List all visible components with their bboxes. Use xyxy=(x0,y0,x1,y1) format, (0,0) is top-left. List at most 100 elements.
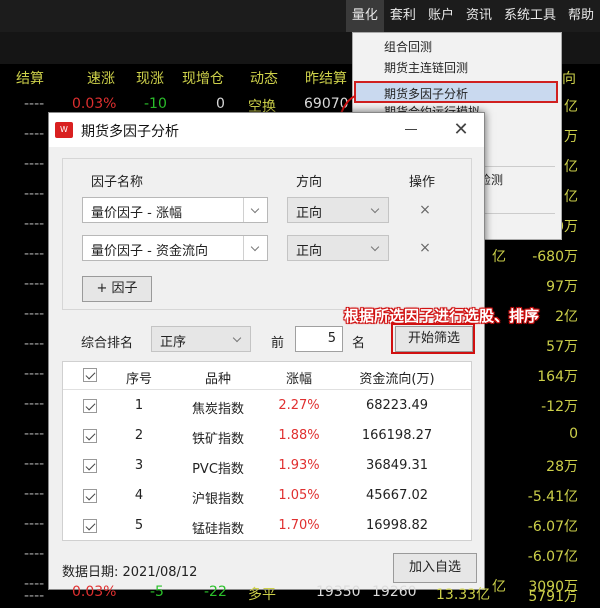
table-row[interactable]: 5 锰硅指数 1.70% 16998.82 xyxy=(63,512,471,542)
data-date: 数据日期: 2021/08/12 xyxy=(62,565,198,580)
row-tail: -6.07亿 xyxy=(527,519,578,535)
row-dash: ---- xyxy=(24,336,45,352)
row-name: 铁矿指数 xyxy=(191,432,244,447)
row-name: 锰硅指数 xyxy=(191,522,244,537)
row-change: 1.88% xyxy=(278,428,320,443)
annotation-highlight xyxy=(391,323,475,354)
table-row[interactable]: 2 铁矿指数 1.88% 166198.27 xyxy=(63,422,471,452)
app-logo-icon: W xyxy=(55,122,73,138)
row-checkbox[interactable] xyxy=(83,459,97,473)
factor-select-1[interactable]: 量价因子 - 涨幅 xyxy=(82,197,268,223)
row-dash: ---- xyxy=(24,516,45,532)
row-tail: -680万 xyxy=(532,249,578,265)
factor-select-value: 量价因子 - 资金流向 xyxy=(91,244,208,259)
row-name: 沪银指数 xyxy=(191,492,244,507)
direction-select-2[interactable]: 正向 xyxy=(287,235,389,261)
row-tail: 亿 xyxy=(564,99,578,115)
chevron-down-icon xyxy=(226,327,250,351)
row-tail: -5.41亿 xyxy=(527,489,578,505)
row-speed: 0.03% xyxy=(72,96,117,112)
chevron-down-icon xyxy=(243,198,267,222)
row-dash: ---- xyxy=(24,276,45,292)
factor-select-value: 量价因子 - 涨幅 xyxy=(91,206,182,221)
row-change: -5 xyxy=(150,584,164,600)
row-flow: 45667.02 xyxy=(365,488,429,503)
row-checkbox[interactable] xyxy=(83,399,97,413)
add-factor-button[interactable]: + 因子 xyxy=(82,276,152,302)
row-checkbox[interactable] xyxy=(83,429,97,443)
row-dash: ---- xyxy=(24,486,45,502)
row-tail: 164万 xyxy=(537,369,578,385)
menu-arbitrage[interactable]: 套利 xyxy=(384,0,422,32)
menu-item-multi-factor[interactable]: 期货多因子分析 xyxy=(354,81,558,103)
delete-factor-icon[interactable]: × xyxy=(417,202,433,218)
row-amount: 13.33亿 xyxy=(436,587,491,603)
row-dash: ---- xyxy=(24,546,45,562)
row-dash: ---- xyxy=(24,96,45,112)
row-prev-settle: 19260 xyxy=(372,584,417,600)
table-row[interactable]: 4 沪银指数 1.05% 45667.02 xyxy=(63,482,471,512)
header-oi-change: 现增仓 xyxy=(182,71,224,87)
row-index: 2 xyxy=(134,428,144,443)
direction-select-1[interactable]: 正向 xyxy=(287,197,389,223)
menu-item-main-chain-backtest[interactable]: 期货主连链回测 xyxy=(353,57,561,79)
col-name: 品种 xyxy=(204,372,231,387)
unit-label: 名 xyxy=(352,336,366,351)
top-n-input[interactable]: 5 xyxy=(295,326,343,352)
factor-select-2[interactable]: 量价因子 - 资金流向 xyxy=(82,235,268,261)
top-label: 前 xyxy=(271,336,285,351)
table-row[interactable]: 3 PVC指数 1.93% 36849.31 xyxy=(63,452,471,482)
close-icon[interactable]: ✕ xyxy=(449,118,473,142)
row-dash: ---- xyxy=(24,366,45,382)
row-change: -10 xyxy=(144,96,167,112)
rank-order-select[interactable]: 正序 xyxy=(151,326,251,352)
dialog-titlebar[interactable]: W 期货多因子分析 ✕ xyxy=(49,113,484,147)
row-index: 3 xyxy=(134,458,144,473)
row-tail: 28万 xyxy=(546,459,578,475)
row-index: 4 xyxy=(134,488,144,503)
header-speed: 速涨 xyxy=(87,71,115,87)
row-change: 1.05% xyxy=(278,488,320,503)
row-change: 1.93% xyxy=(278,458,320,473)
row-change: 1.70% xyxy=(278,518,320,533)
minimize-icon[interactable] xyxy=(405,129,417,130)
col-flow: 资金流向(万) xyxy=(359,372,435,387)
row-dash: ---- xyxy=(24,426,45,442)
chevron-down-icon xyxy=(364,198,388,222)
row-checkbox[interactable] xyxy=(83,519,97,533)
row-dash: ---- xyxy=(24,396,45,412)
menu-help[interactable]: 帮助 xyxy=(562,0,600,32)
table-row[interactable]: 1 焦炭指数 2.27% 68223.49 xyxy=(63,392,471,422)
delete-factor-icon[interactable]: × xyxy=(417,240,433,256)
menu-system-tools[interactable]: 系统工具 xyxy=(498,0,562,32)
row-index: 5 xyxy=(134,518,144,533)
dialog-title: 期货多因子分析 xyxy=(81,124,179,140)
row-flow: 16998.82 xyxy=(365,518,429,533)
select-all-checkbox[interactable] xyxy=(83,368,97,382)
add-to-watchlist-button[interactable]: 加入自选 xyxy=(393,553,477,583)
row-tail: 亿 xyxy=(564,189,578,205)
row-oi: -22 xyxy=(204,584,227,600)
row-checkbox[interactable] xyxy=(83,489,97,503)
menu-quant[interactable]: 量化 xyxy=(345,0,384,32)
direction-select-value: 正向 xyxy=(296,244,323,259)
menu-account[interactable]: 账户 xyxy=(422,0,460,32)
menu-news[interactable]: 资讯 xyxy=(460,0,498,32)
chevron-down-icon xyxy=(364,236,388,260)
row-dash: ---- xyxy=(24,186,45,202)
row-flow: 68223.49 xyxy=(365,398,429,413)
header-prev-settle: 昨结算 xyxy=(305,71,347,87)
row-change: 2.27% xyxy=(278,398,320,413)
header-direction: 向 xyxy=(562,71,576,87)
row-speed: 0.03% xyxy=(72,584,117,600)
row-dash: ---- xyxy=(24,126,45,142)
row-flow: 36849.31 xyxy=(365,458,429,473)
row-tail: 亿 xyxy=(564,159,578,175)
row-dash: ---- xyxy=(24,216,45,232)
row-price: 19350 xyxy=(316,584,361,600)
chevron-down-icon xyxy=(243,236,267,260)
row-oi: 0 xyxy=(216,96,225,112)
direction-select-value: 正向 xyxy=(296,206,323,221)
col-change: 涨幅 xyxy=(285,372,312,387)
menu-item-combo-backtest[interactable]: 组合回测 xyxy=(353,36,561,58)
